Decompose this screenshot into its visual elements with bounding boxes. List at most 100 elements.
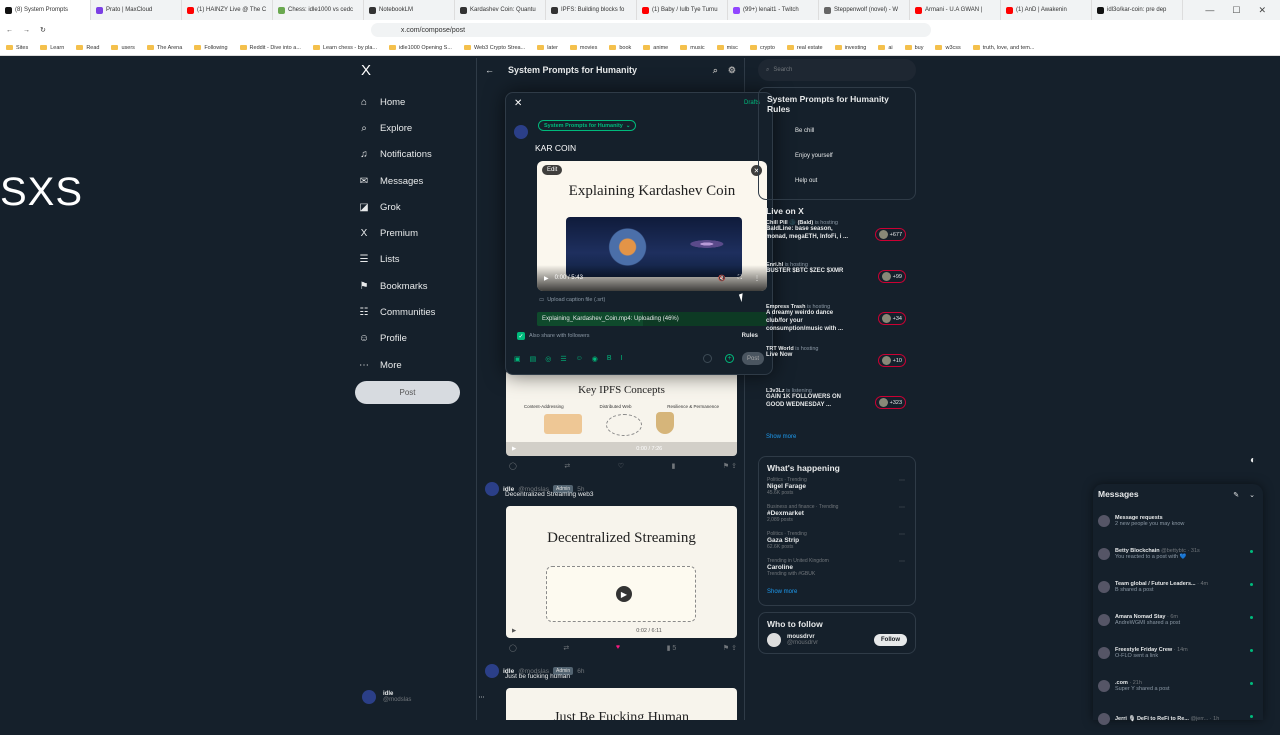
browser-tab[interactable]: (1) Baby / Iulb Tye Turnu [637,0,728,20]
browser-tab[interactable]: idl3o/kar-coin: pre dep [1092,0,1183,20]
account-switcher[interactable]: idle @modslas ⋯ [362,690,484,704]
bookmark-item[interactable]: buy [904,45,923,51]
browser-tab[interactable]: (1) HAINZY Live @ The C [182,0,273,20]
gif-icon[interactable]: ▤ [530,355,537,363]
minimize-icon[interactable]: — [1205,5,1214,16]
x-logo-icon[interactable]: X [358,62,478,79]
grok-float-icon[interactable]: ◐ [1250,455,1268,471]
more-icon[interactable]: ⋯ [899,531,905,538]
forward-icon[interactable]: → [23,27,30,34]
bookmark-item[interactable]: ai [878,45,893,51]
bookmark-item[interactable]: investing [834,45,866,51]
browser-tab[interactable]: Kardashev Coin: Quantu [455,0,546,20]
close-window-icon[interactable]: ✕ [1258,5,1266,16]
bookmark-icon[interactable]: ⚑ ⇪ [723,462,737,470]
collapse-icon[interactable]: ⌄ [1249,491,1255,499]
avatar[interactable] [485,482,499,496]
trend-item[interactable]: Trending in United Kingdom Caroline Trendi… [767,558,907,577]
nav-item-lists[interactable]: ☰ Lists [358,247,478,273]
nav-item-notifications[interactable]: ♫ Notifications [358,142,478,168]
bold-icon[interactable]: B [607,355,612,363]
trend-item[interactable]: Business and finance · Trending #Dexmarke… [767,504,907,523]
browser-tab[interactable]: IPFS: Building blocks fo [546,0,637,20]
bookmark-item[interactable]: Sites [6,45,28,51]
play-icon[interactable]: ▶ [544,275,549,282]
bookmark-item[interactable]: Web3 Crypto Strea... [463,45,525,51]
image-icon[interactable]: ▣ [514,355,521,363]
trend-item[interactable]: Politics · Trending Nigel Farage 45.6K pos… [767,477,907,496]
browser-tab[interactable]: Steppenwolf (novel) - W [819,0,910,20]
browser-tab[interactable]: NotebookLM [364,0,455,20]
follow-button[interactable]: Follow [874,634,907,646]
bookmark-item[interactable]: idle1000 Opening S... [389,45,452,51]
nav-item-messages[interactable]: ✉ Messages [358,168,478,194]
bookmark-item[interactable]: book [609,45,631,51]
post-media-ipfs[interactable]: Key IPFS Concepts Content-Addressing Dis… [506,370,737,456]
message-row[interactable]: Freestyle Friday Crew · 14m O-FLO sent a … [1093,636,1263,669]
message-row[interactable]: Betty Blockchain @bettybtc · 31s You reac… [1093,537,1263,570]
more-icon[interactable]: ⋯ [899,558,905,565]
edit-button[interactable]: Edit [542,165,563,175]
close-icon[interactable]: ✕ [514,98,522,109]
bookmark-icon[interactable]: ⚑ ⇪ [723,644,737,652]
mute-icon[interactable]: 🔇 [718,275,725,282]
show-more-link[interactable]: Show more [767,585,907,599]
bookmark-item[interactable]: The Arena [146,45,182,51]
repost-icon[interactable]: ⇄ [563,644,569,652]
browser-tab[interactable]: Chess: idle1000 vs cedc [273,0,364,20]
bookmark-item[interactable]: later [537,45,558,51]
bookmark-item[interactable]: crypto [749,45,775,51]
nav-item-home[interactable]: ⌂ Home [358,89,478,115]
message-row[interactable]: Message requests 2 new people you may kn… [1093,504,1263,537]
search-input[interactable]: ⌕ Search [758,59,916,81]
show-more-link[interactable]: Show more [766,430,908,444]
nav-item-explore[interactable]: ⌕ Explore [358,115,478,141]
checkbox-checked-icon[interactable]: ✓ [517,332,525,340]
location-icon[interactable]: ◉ [592,355,598,363]
poll-icon[interactable]: ☰ [560,355,566,363]
rules-link[interactable]: Rules [742,333,758,339]
avatar[interactable] [485,664,499,678]
compose-message-icon[interactable]: ✎ [1233,491,1239,499]
emoji-icon[interactable]: ☺ [576,355,583,363]
bookmark-item[interactable]: users [111,45,135,51]
back-arrow-icon[interactable]: ← [485,65,494,75]
like-icon[interactable]: ♡ [618,462,624,470]
post-media-streaming[interactable]: Decentralized Streaming ▶ ▶ 0:02 / 6:11 [506,506,737,638]
browser-tab[interactable]: (99+) lenait1 - Twitch [728,0,819,20]
nav-item-more[interactable]: ⋯ More [358,352,478,378]
bookmark-item[interactable]: w3css [935,45,961,51]
like-icon[interactable]: ♥ [616,644,620,652]
more-icon[interactable]: ⋯ [899,504,905,511]
more-icon[interactable]: ⋯ [899,477,905,484]
reply-icon[interactable]: ◯ [509,644,517,652]
nav-item-grok[interactable]: ◪ Grok [358,194,478,220]
nav-item-profile[interactable]: ☺ Profile [358,326,478,352]
search-icon[interactable]: ⌕ [713,65,718,76]
bookmark-item[interactable]: Read [76,45,99,51]
maximize-icon[interactable]: ☐ [1232,5,1240,16]
bookmark-item[interactable]: anime [643,45,668,51]
bookmark-item[interactable]: Learn chess - by pla... [312,45,377,51]
message-row[interactable]: Jerri 🎙 DeFi to ReFi to Re... @jerr... ·… [1093,702,1263,735]
play-icon[interactable]: ▶ [512,446,516,452]
follow-suggestion[interactable]: mousdrvr @mousdrvr Follow [767,633,907,647]
bookmark-item[interactable]: misc [716,45,738,51]
live-space[interactable]: Empress Trash is hosting A dreamy weirdo … [766,304,908,340]
caption-upload[interactable]: ▭ Upload caption file (.srt) [539,297,605,303]
bookmark-item[interactable]: Reddit - Dive into a... [239,45,301,51]
views-icon[interactable]: ▮ 5 [667,644,677,652]
rule-item[interactable]: Help out [767,168,907,193]
post-media-human[interactable]: Just Be Fucking Human [506,688,737,720]
back-icon[interactable]: ← [6,27,13,34]
bookmark-item[interactable]: Learn [40,45,64,51]
browser-tab[interactable]: Prato | MaxCloud [91,0,182,20]
live-space[interactable]: TRT World is hosting Live Now +10 [766,346,908,382]
reply-icon[interactable]: ◯ [509,462,517,470]
url-field[interactable]: x.com/compose/post [370,23,931,37]
rule-item[interactable]: Enjoy yourself [767,143,907,168]
browser-tab[interactable]: Armani - U.A GWAN | [910,0,1001,20]
share-with-followers[interactable]: ✓ Also share with followers [517,332,590,340]
bookmark-item[interactable]: music [680,45,705,51]
live-space[interactable]: Chill Pill 🌑 (Bald) is hosting BaldLine: … [766,220,908,256]
